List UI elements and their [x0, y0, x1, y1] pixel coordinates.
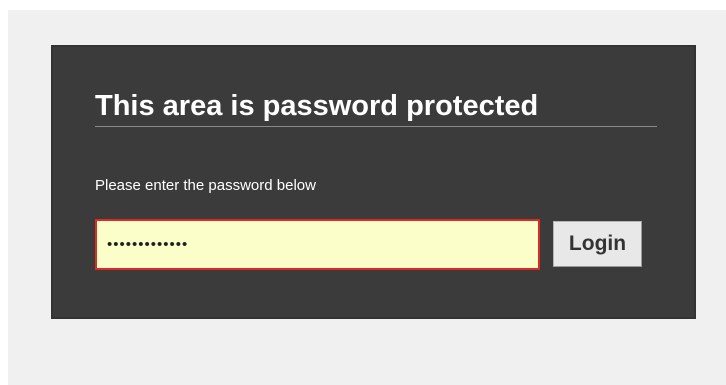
password-instructions: Please enter the password below: [95, 177, 316, 194]
password-field[interactable]: [95, 219, 540, 270]
panel-title: This area is password protected: [95, 87, 657, 127]
password-protection-panel: This area is password protected Please e…: [51, 45, 696, 319]
login-button[interactable]: Login: [553, 221, 642, 267]
